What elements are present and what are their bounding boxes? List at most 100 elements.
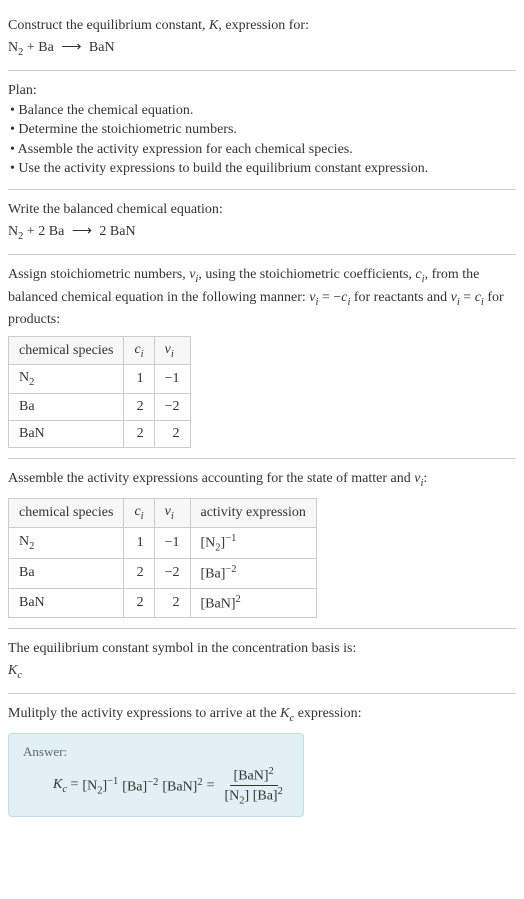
text: Mulitply the activity expressions to arr… — [8, 706, 280, 721]
cell-nu: −2 — [154, 394, 190, 421]
plan-bullet: • Determine the stoichiometric numbers. — [8, 120, 516, 140]
text: Assign stoichiometric numbers, — [8, 267, 189, 282]
cell-c: 2 — [124, 394, 154, 421]
text: Assemble the activity expressions accoun… — [8, 471, 414, 486]
var-k: K — [280, 706, 289, 721]
sub: 2 — [29, 541, 34, 552]
stoich-table: chemical species ci νi N2 1 −1 Ba 2 −2 B… — [8, 336, 191, 449]
col-activity: activity expression — [190, 498, 316, 527]
cell-activity: [BaN]2 — [190, 588, 316, 618]
col-species: chemical species — [9, 498, 124, 527]
sub: 2 — [29, 377, 34, 388]
plan-bullet: • Use the activity expressions to build … — [8, 159, 516, 179]
multiply-section: Mulitply the activity expressions to arr… — [8, 694, 516, 827]
text: activity expression — [201, 505, 306, 520]
text: : — [423, 471, 427, 486]
text: Construct the equilibrium constant, — [8, 18, 209, 33]
col-nui: νi — [154, 336, 190, 365]
eq: = — [460, 290, 475, 305]
stoich-section: Assign stoichiometric numbers, νi , using… — [8, 255, 516, 459]
term-ba: [Ba]−2 — [122, 777, 158, 796]
sub: i — [171, 348, 174, 359]
fraction-numerator: [BaN]2 — [230, 766, 278, 786]
table-row: BaN 2 2 — [9, 421, 191, 448]
plan-bullet: • Balance the chemical equation. — [8, 101, 516, 121]
sup: 2 — [269, 766, 274, 777]
species-ban: BaN — [85, 40, 114, 55]
activity-table: chemical species ci νi activity expressi… — [8, 498, 317, 619]
text: [BaN — [201, 596, 231, 611]
text: chemical species — [19, 505, 113, 520]
text: N — [19, 370, 29, 385]
arrow-icon: ⟶ — [57, 40, 85, 55]
text: , expression for: — [218, 18, 309, 33]
plan-title: Plan: — [8, 81, 516, 101]
col-nui: νi — [154, 498, 190, 527]
balanced-equation: N2 + 2 Ba ⟶ 2 BaN — [8, 222, 516, 244]
plan-bullet: • Assemble the activity expression for e… — [8, 140, 516, 160]
plus: + Ba — [23, 40, 57, 55]
cell-c: 2 — [124, 559, 154, 589]
multiply-title: Mulitply the activity expressions to arr… — [8, 704, 516, 726]
eq: = − — [318, 290, 341, 305]
kc-symbol: Kc — [8, 661, 516, 683]
text: [BaN] — [162, 779, 197, 794]
sub: i — [171, 511, 174, 522]
text: N — [19, 534, 29, 549]
symbol-title: The equilibrium constant symbol in the c… — [8, 639, 516, 659]
prompt-text: Construct the equilibrium constant, K, e… — [8, 16, 516, 36]
plus: + 2 Ba — [23, 224, 67, 239]
activity-title: Assemble the activity expressions accoun… — [8, 469, 516, 491]
kc-lhs: Kc = — [53, 777, 78, 795]
table-row: Ba 2 −2 [Ba]−2 — [9, 559, 317, 589]
text: for reactants and — [350, 290, 450, 305]
text: [N — [201, 535, 216, 550]
plan-section: Plan: • Balance the chemical equation. •… — [8, 71, 516, 190]
table-header-row: chemical species ci νi activity expressi… — [9, 498, 317, 527]
sub: c — [17, 670, 22, 681]
text: expression: — [294, 706, 361, 721]
sup: −2 — [147, 777, 158, 788]
cell-nu: 2 — [154, 588, 190, 618]
unbalanced-equation: N2 + Ba ⟶ BaN — [8, 38, 516, 60]
sup: 2 — [197, 777, 202, 788]
cell-activity: [N2]−1 — [190, 527, 316, 558]
text: [Ba] — [122, 779, 147, 794]
sub: i — [141, 511, 144, 522]
answer-label: Answer: — [23, 744, 289, 760]
col-ci: ci — [124, 336, 154, 365]
text: [BaN] — [234, 769, 269, 784]
col-ci: ci — [124, 498, 154, 527]
term-n2: [N2]−1 — [82, 776, 118, 796]
text: [Ba — [201, 567, 221, 582]
kc-expression: Kc = [N2]−1 [Ba]−2 [BaN]2 = [BaN]2 [N2] … — [23, 766, 289, 806]
symbol-section: The equilibrium constant symbol in the c… — [8, 629, 516, 694]
cell-c: 1 — [124, 527, 154, 558]
table-header-row: chemical species ci νi — [9, 336, 191, 365]
cell-nu: −2 — [154, 559, 190, 589]
cell-species: N2 — [9, 365, 124, 394]
text: , using the stoichiometric coefficients, — [198, 267, 415, 282]
fraction: [BaN]2 [N2] [Ba]2 — [221, 766, 287, 806]
sup: −2 — [225, 564, 236, 575]
eq: = — [207, 778, 215, 794]
text: ] [Ba] — [245, 788, 278, 803]
balanced-title: Write the balanced chemical equation: — [8, 200, 516, 220]
answer-box: Answer: Kc = [N2]−1 [Ba]−2 [BaN]2 = [BaN… — [8, 733, 304, 817]
table-row: N2 1 −1 [N2]−1 — [9, 527, 317, 558]
cell-c: 1 — [124, 365, 154, 394]
sup: −1 — [225, 533, 236, 544]
prompt-section: Construct the equilibrium constant, K, e… — [8, 6, 516, 71]
table-row: BaN 2 2 [BaN]2 — [9, 588, 317, 618]
col-species: chemical species — [9, 336, 124, 365]
var-k: K — [8, 663, 17, 678]
var-k: K — [53, 777, 62, 792]
term-ban: [BaN]2 — [162, 777, 202, 796]
cell-activity: [Ba]−2 — [190, 559, 316, 589]
table-row: Ba 2 −2 — [9, 394, 191, 421]
species-n2: N — [8, 224, 18, 239]
rhs: 2 BaN — [96, 224, 136, 239]
cell-species: BaN — [9, 588, 124, 618]
cell-c: 2 — [124, 588, 154, 618]
cell-nu: −1 — [154, 527, 190, 558]
